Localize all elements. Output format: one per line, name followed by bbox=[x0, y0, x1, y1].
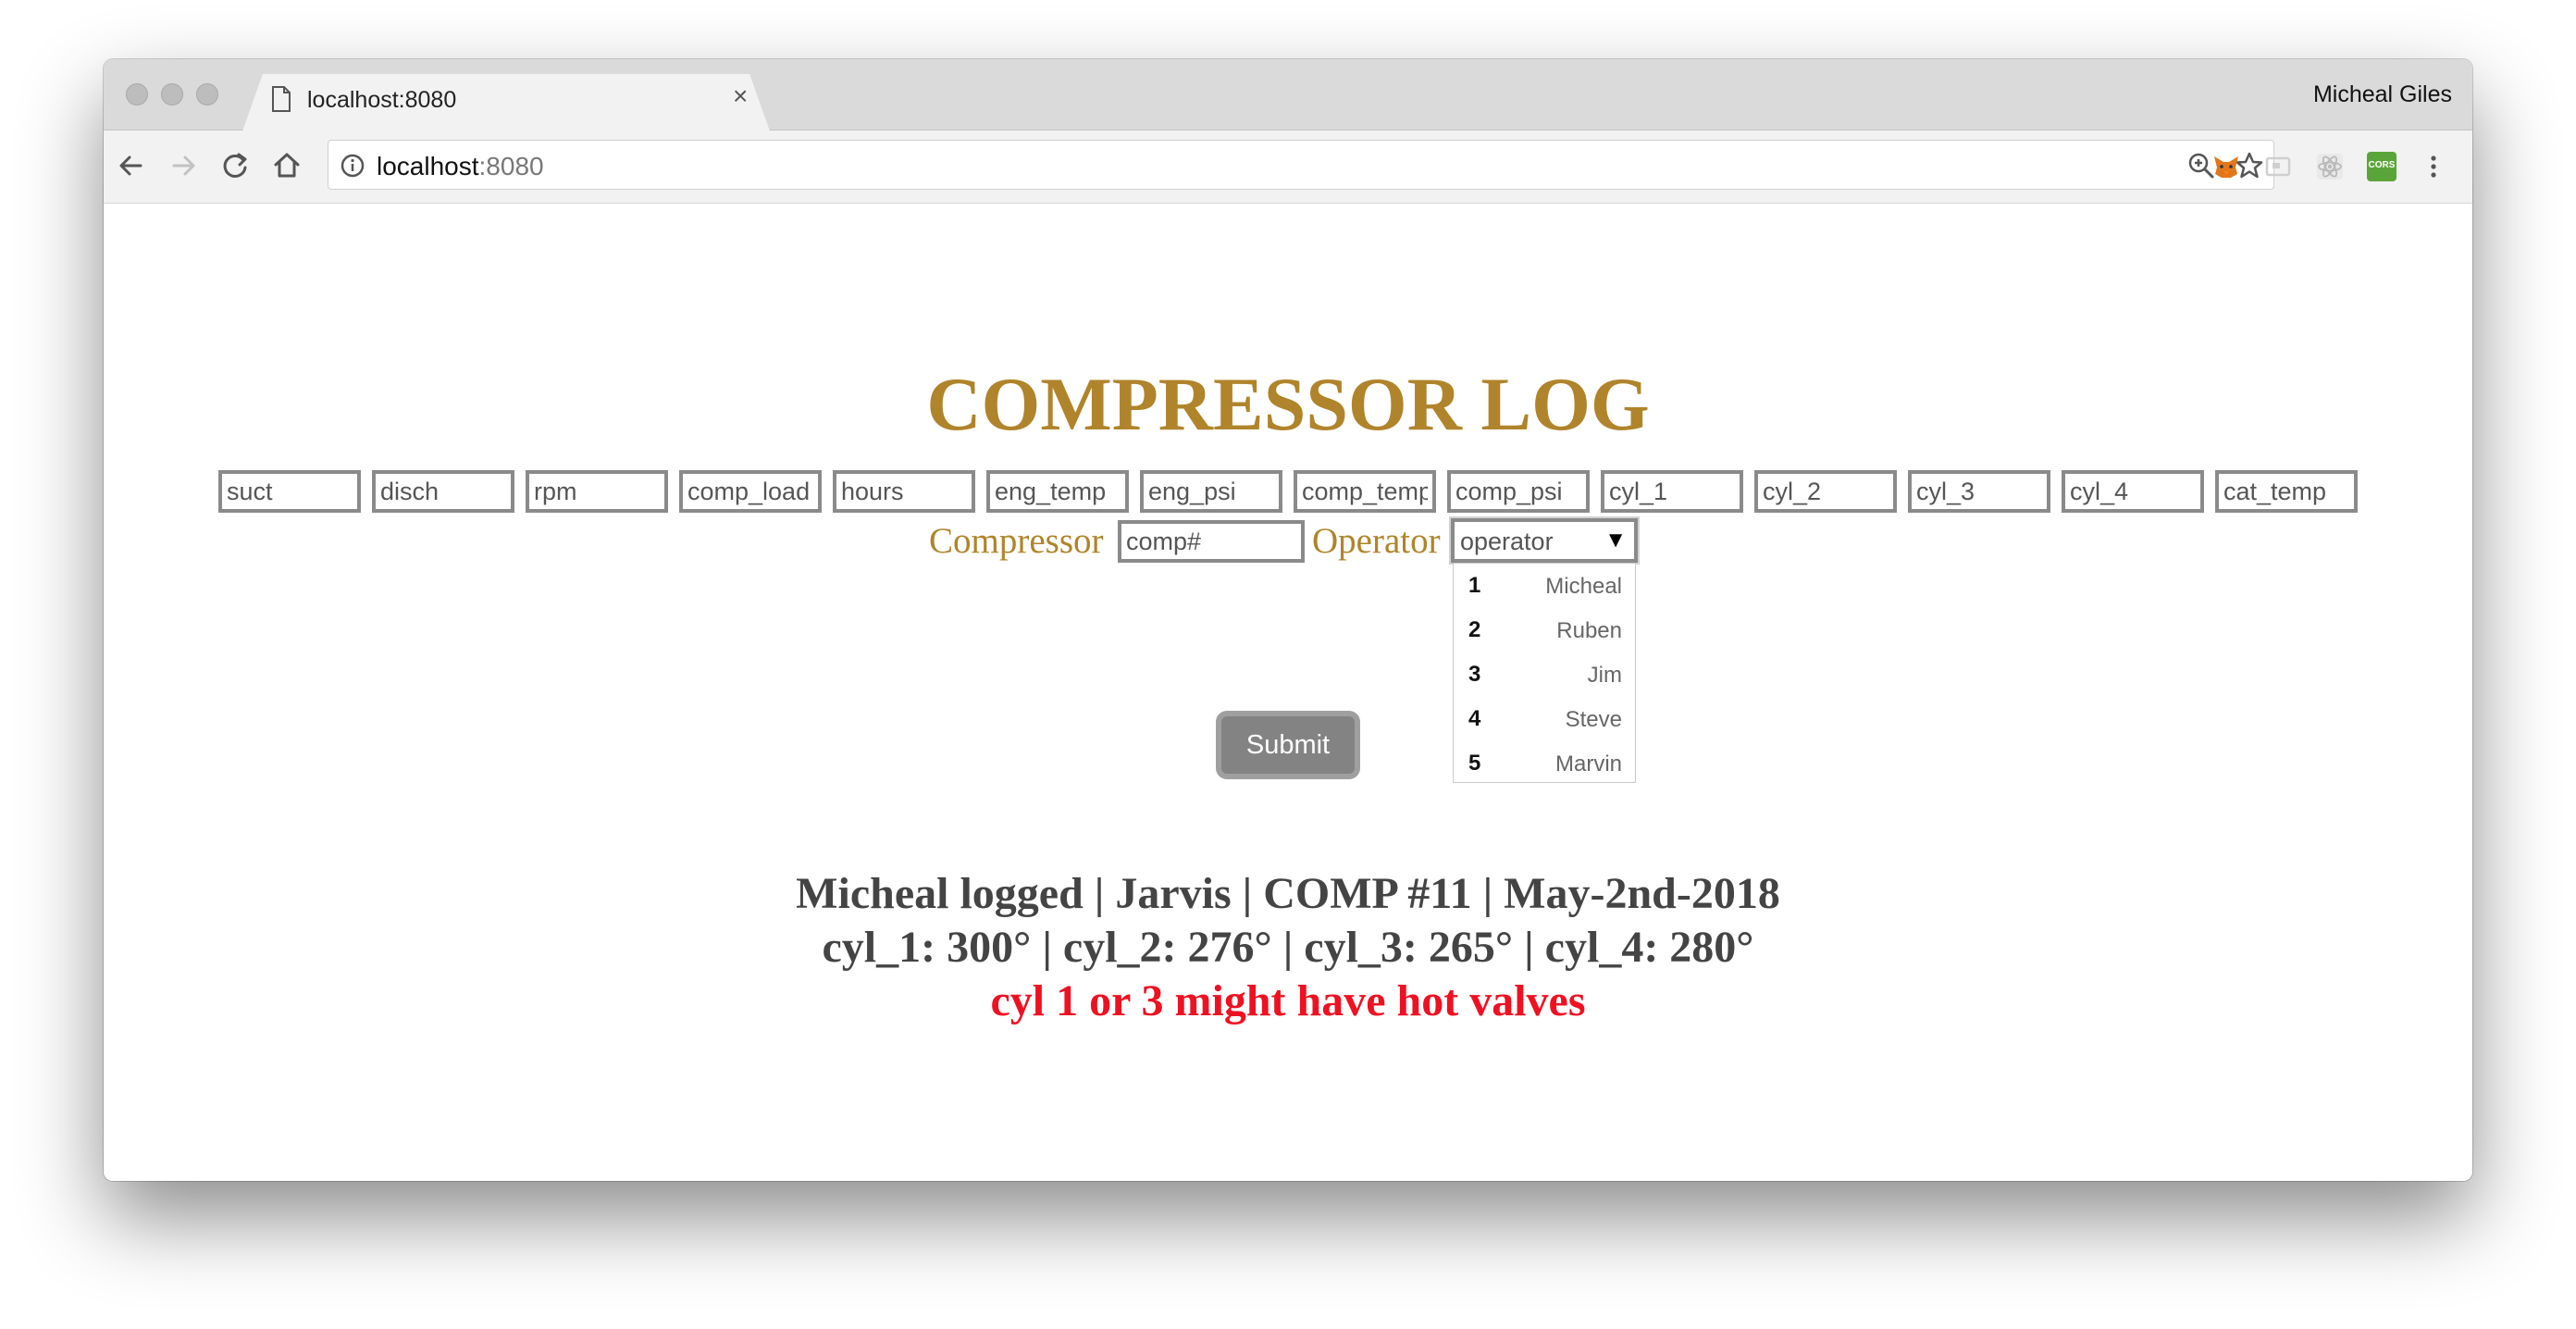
comp-load-input[interactable] bbox=[679, 470, 822, 513]
operator-option-name: Micheal bbox=[1545, 574, 1622, 599]
caret-down-icon: ▼ bbox=[1604, 528, 1627, 553]
page-content: COMPRESSOR LOG Compressor Operator bbox=[104, 204, 2472, 1181]
minimize-window-button[interactable] bbox=[161, 83, 183, 106]
zoom-window-button[interactable] bbox=[196, 83, 218, 106]
operator-option-name: Marvin bbox=[1554, 751, 1622, 776]
cylinder-temps-line: cyl_1: 300° | cyl_2: 276° | cyl_3: 265° … bbox=[822, 923, 1754, 972]
operator-option-ruben[interactable]: 2 Ruben bbox=[1454, 608, 1635, 652]
log-summary-line: Micheal logged | Jarvis | COMP #11 | May… bbox=[796, 869, 1780, 918]
profile-name[interactable]: Micheal Giles bbox=[2313, 81, 2452, 108]
close-window-button[interactable] bbox=[126, 83, 148, 106]
operator-option-steve[interactable]: 4 Steve bbox=[1454, 697, 1635, 741]
disch-input[interactable] bbox=[372, 470, 514, 513]
browser-toolbar: localhost:8080 CORS bbox=[104, 130, 2472, 204]
menu-kebab-icon[interactable] bbox=[2419, 152, 2448, 181]
operator-option-micheal[interactable]: 1 Micheal bbox=[1454, 564, 1635, 608]
suct-input[interactable] bbox=[218, 470, 361, 513]
operator-select-value: operator bbox=[1460, 528, 1554, 555]
operator-option-name: Jim bbox=[1587, 663, 1622, 688]
address-bar[interactable]: localhost:8080 bbox=[328, 140, 2274, 190]
hours-input[interactable] bbox=[833, 470, 975, 513]
reload-icon[interactable] bbox=[217, 147, 254, 184]
operator-option-name: Steve bbox=[1565, 707, 1622, 732]
cyl-2-input[interactable] bbox=[1754, 470, 1897, 513]
rpm-input[interactable] bbox=[526, 470, 668, 513]
comp-temp-input[interactable] bbox=[1294, 470, 1436, 513]
home-icon[interactable] bbox=[268, 147, 305, 184]
eng-temp-input[interactable] bbox=[986, 470, 1129, 513]
operator-option-number: 3 bbox=[1468, 662, 1481, 687]
page-file-icon bbox=[272, 86, 291, 112]
cyl-3-input[interactable] bbox=[1908, 470, 2050, 513]
operator-dropdown-list: 1 Micheal 2 Ruben 3 Jim 4 Steve 5 Marvin bbox=[1453, 563, 1636, 783]
url-host: localhost bbox=[377, 152, 479, 180]
submit-button[interactable]: Submit bbox=[1216, 711, 1360, 779]
readings-row bbox=[218, 470, 2365, 513]
tab-close-icon[interactable]: × bbox=[733, 83, 748, 109]
operator-label: Operator bbox=[1312, 521, 1441, 561]
metamask-icon[interactable] bbox=[2211, 152, 2241, 181]
cat-temp-input[interactable] bbox=[2215, 470, 2358, 513]
compressor-number-input[interactable] bbox=[1118, 520, 1305, 563]
forward-arrow-icon[interactable] bbox=[165, 147, 202, 184]
cyl-1-input[interactable] bbox=[1601, 470, 1743, 513]
eng-psi-input[interactable] bbox=[1140, 470, 1282, 513]
operator-option-number: 1 bbox=[1468, 573, 1481, 598]
operator-option-marvin[interactable]: 5 Marvin bbox=[1454, 741, 1635, 786]
cors-icon[interactable]: CORS bbox=[2367, 152, 2396, 181]
compressor-label: Compressor bbox=[929, 521, 1104, 561]
address-url[interactable]: localhost:8080 bbox=[377, 152, 544, 181]
operator-option-number: 4 bbox=[1468, 706, 1481, 731]
operator-select[interactable]: operator ▼ bbox=[1451, 518, 1638, 563]
desktop: localhost:8080 × Micheal Giles localhost… bbox=[0, 0, 2576, 1329]
react-devtools-icon[interactable] bbox=[2315, 152, 2345, 181]
site-info-icon[interactable] bbox=[340, 153, 365, 179]
tab-title: localhost:8080 bbox=[307, 87, 457, 113]
browser-window: localhost:8080 × Micheal Giles localhost… bbox=[104, 59, 2472, 1181]
operator-option-jim[interactable]: 3 Jim bbox=[1454, 652, 1635, 697]
comp-psi-input[interactable] bbox=[1447, 470, 1590, 513]
cors-label: CORS bbox=[2368, 160, 2396, 170]
cyl-4-input[interactable] bbox=[2062, 470, 2204, 513]
back-arrow-icon[interactable] bbox=[113, 147, 150, 184]
operator-option-name: Ruben bbox=[1556, 618, 1622, 643]
tab-strip: localhost:8080 × Micheal Giles bbox=[104, 59, 2472, 130]
cast-icon[interactable] bbox=[2263, 152, 2293, 181]
operator-option-number: 2 bbox=[1468, 617, 1481, 642]
hot-valve-warning: cyl 1 or 3 might have hot valves bbox=[990, 976, 1586, 1025]
operator-option-number: 5 bbox=[1468, 751, 1481, 776]
url-port: :8080 bbox=[478, 152, 544, 180]
page-title: COMPRESSOR LOG bbox=[926, 362, 1650, 446]
